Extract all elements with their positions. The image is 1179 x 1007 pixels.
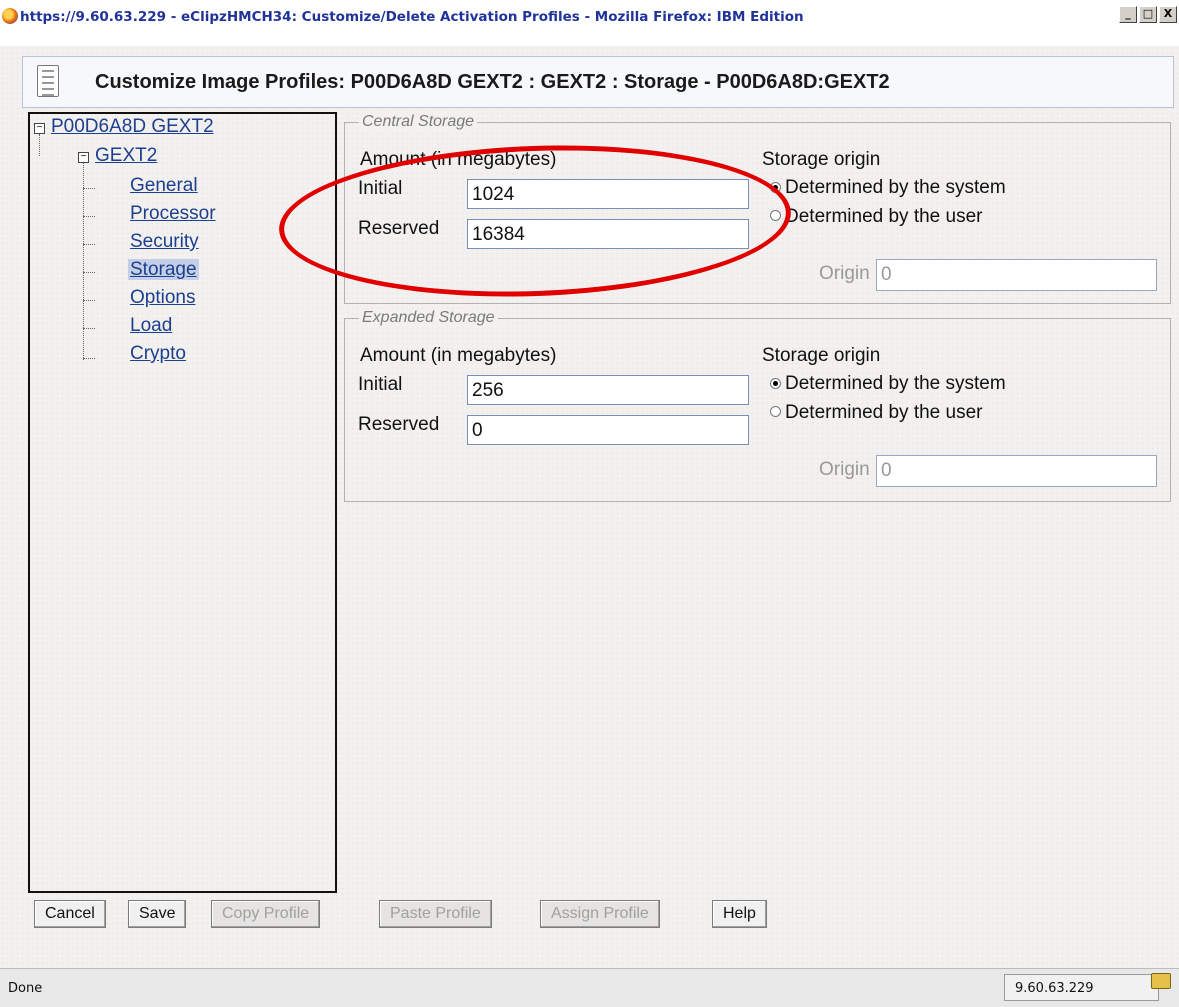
document-icon — [37, 65, 59, 97]
tree-link-options[interactable]: Options — [130, 287, 195, 308]
profile-tree: − P00D6A8D GEXT2 − GEXT2 General Processor… — [28, 112, 337, 893]
page-header: Customize Image Profiles: P00D6A8D GEXT2… — [22, 56, 1174, 108]
central-origin-user-radio[interactable] — [770, 210, 781, 221]
central-reserved-input[interactable]: 16384 — [467, 219, 749, 249]
expanded-storage-group: Expanded Storage Amount (in megabytes) I… — [344, 309, 1171, 502]
status-host: 9.60.63.229 — [1004, 974, 1159, 1001]
tree-link-gext2[interactable]: GEXT2 — [95, 145, 157, 166]
paste-profile-button[interactable]: Paste Profile — [379, 900, 492, 928]
cancel-button[interactable]: Cancel — [34, 900, 106, 928]
tree-link-load[interactable]: Load — [130, 315, 172, 336]
tree-item-security: Security — [130, 231, 199, 253]
page-title: Customize Image Profiles: P00D6A8D GEXT2… — [95, 71, 890, 93]
close-button[interactable]: X — [1159, 6, 1177, 23]
tree-link-root[interactable]: P00D6A8D GEXT2 — [51, 116, 214, 137]
tree-link-processor[interactable]: Processor — [130, 203, 216, 224]
tree-item-general: General — [130, 175, 198, 197]
expanded-origin-label: Origin — [819, 459, 870, 480]
firefox-icon — [2, 8, 18, 24]
window-title: https://9.60.63.229 - eClipzHMCH34: Cust… — [20, 9, 804, 25]
expanded-reserved-label: Reserved — [358, 414, 440, 435]
central-reserved-label: Reserved — [358, 218, 440, 239]
collapse-icon[interactable]: − — [34, 123, 45, 134]
tree-node-gext2: − GEXT2 — [78, 145, 157, 167]
expanded-origin-user-label: Determined by the user — [785, 402, 983, 423]
help-button[interactable]: Help — [712, 900, 767, 928]
expanded-initial-input[interactable]: 256 — [467, 375, 749, 405]
window-controls: _ □ X — [1119, 6, 1177, 23]
central-origin-title: Storage origin — [762, 149, 881, 170]
tree-link-storage[interactable]: Storage — [128, 259, 199, 280]
expanded-storage-legend: Expanded Storage — [359, 309, 498, 327]
maximize-button[interactable]: □ — [1139, 6, 1157, 23]
minimize-button[interactable]: _ — [1119, 6, 1137, 23]
tree-item-storage: Storage — [128, 259, 199, 281]
window-titlebar: https://9.60.63.229 - eClipzHMCH34: Cust… — [0, 0, 1179, 46]
central-storage-legend: Central Storage — [359, 113, 478, 131]
status-bar: Done 9.60.63.229 — [0, 968, 1179, 1007]
central-initial-input[interactable]: 1024 — [467, 179, 749, 209]
tree-link-security[interactable]: Security — [130, 231, 199, 252]
central-storage-group: Central Storage Amount (in megabytes) In… — [344, 113, 1171, 304]
collapse-icon[interactable]: − — [78, 152, 89, 163]
tree-node-root: − P00D6A8D GEXT2 — [34, 116, 214, 138]
central-origin-label: Origin — [819, 263, 870, 284]
expanded-origin-system-radio[interactable] — [770, 378, 781, 389]
expanded-initial-label: Initial — [358, 374, 403, 395]
expanded-origin-user-radio[interactable] — [770, 406, 781, 417]
central-origin-system-label: Determined by the system — [785, 177, 1006, 198]
expanded-amount-label: Amount (in megabytes) — [360, 345, 557, 366]
tree-item-processor: Processor — [130, 203, 216, 225]
dialog-content: Customize Image Profiles: P00D6A8D GEXT2… — [0, 46, 1179, 968]
tree-link-general[interactable]: General — [130, 175, 198, 196]
expanded-origin-input[interactable]: 0 — [876, 455, 1157, 487]
tree-link-crypto[interactable]: Crypto — [130, 343, 186, 364]
expanded-reserved-input[interactable]: 0 — [467, 415, 749, 445]
central-initial-label: Initial — [358, 178, 403, 199]
expanded-origin-system-label: Determined by the system — [785, 373, 1006, 394]
copy-profile-button[interactable]: Copy Profile — [211, 900, 321, 928]
central-amount-label: Amount (in megabytes) — [360, 149, 557, 170]
tree-item-load: Load — [130, 315, 172, 337]
tree-item-crypto: Crypto — [130, 343, 186, 365]
status-text: Done — [8, 981, 43, 996]
save-button[interactable]: Save — [128, 900, 187, 928]
assign-profile-button[interactable]: Assign Profile — [540, 900, 660, 928]
expanded-origin-title: Storage origin — [762, 345, 881, 366]
tree-item-options: Options — [130, 287, 195, 309]
central-origin-input[interactable]: 0 — [876, 259, 1157, 291]
central-origin-user-label: Determined by the user — [785, 206, 983, 227]
lock-icon — [1151, 973, 1171, 989]
central-origin-system-radio[interactable] — [770, 182, 781, 193]
